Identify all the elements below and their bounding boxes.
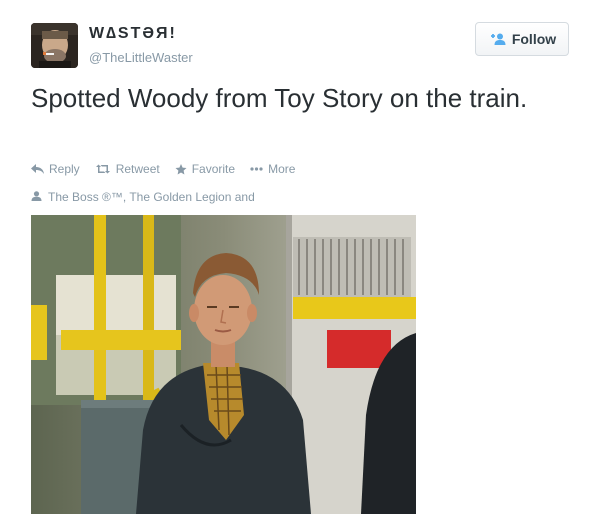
avatar[interactable] xyxy=(31,23,78,68)
add-user-icon xyxy=(488,33,506,45)
tweet-photo[interactable] xyxy=(31,215,416,514)
avatar-image xyxy=(31,23,78,68)
favorite-label: Favorite xyxy=(191,162,236,176)
tweet-actions: Reply Retweet Favorite More xyxy=(31,162,295,176)
retweet-label: Retweet xyxy=(115,162,160,176)
retweet-icon xyxy=(95,164,111,174)
favorite-button[interactable]: Favorite xyxy=(175,162,235,176)
reply-button[interactable]: Reply xyxy=(31,162,80,176)
social-context-text: The Boss ®™, The Golden Legion and xyxy=(48,190,255,204)
display-name[interactable]: W∆STƏЯ! xyxy=(89,25,177,43)
more-dots-icon xyxy=(250,167,263,171)
reply-label: Reply xyxy=(49,162,80,176)
star-icon xyxy=(175,163,187,175)
train-photo-image xyxy=(31,215,416,514)
user-handle[interactable]: @TheLittleWaster xyxy=(89,50,193,65)
follow-button[interactable]: Follow xyxy=(475,22,569,56)
more-button[interactable]: More xyxy=(250,162,295,176)
tweet-text: Spotted Woody from Toy Story on the trai… xyxy=(31,83,528,113)
retweet-button[interactable]: Retweet xyxy=(95,162,160,176)
reply-icon xyxy=(31,164,44,174)
more-label: More xyxy=(268,162,296,176)
social-context[interactable]: The Boss ®™, The Golden Legion and xyxy=(31,190,255,204)
follow-label: Follow xyxy=(511,31,557,47)
person-icon xyxy=(31,190,42,204)
